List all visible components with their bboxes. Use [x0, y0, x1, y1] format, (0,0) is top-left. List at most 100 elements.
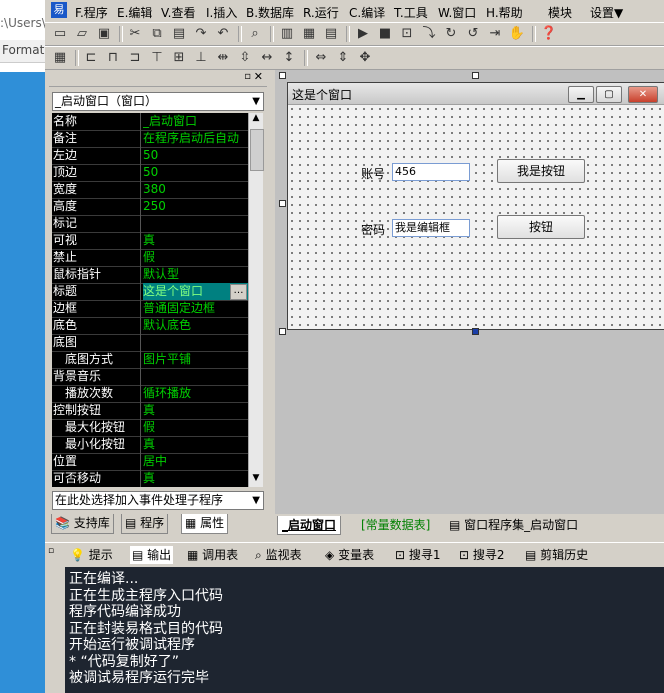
account-input[interactable]: 456	[392, 163, 470, 181]
property-value[interactable]: 真	[143, 436, 248, 453]
tab-clip-history[interactable]: ▤ 剪辑历史	[525, 546, 588, 564]
property-row[interactable]: 鼠标指针 默认型	[52, 266, 248, 284]
property-value[interactable]: _启动窗口	[143, 113, 248, 130]
align-right-icon[interactable]: ⊐	[125, 49, 145, 67]
property-value[interactable]: 50	[143, 147, 248, 164]
minimize-icon[interactable]: ▁	[568, 86, 594, 103]
align-top-icon[interactable]: ⊤	[147, 49, 167, 67]
menu-settings[interactable]: 设置▼	[590, 4, 623, 21]
password-input[interactable]: 我是编辑框	[392, 219, 470, 237]
maximize-icon[interactable]: ▢	[596, 86, 622, 103]
property-row[interactable]: 底色 默认底色	[52, 317, 248, 335]
property-row[interactable]: 宽度 380	[52, 181, 248, 199]
resize-handle[interactable]	[279, 328, 286, 335]
property-value[interactable]: 默认底色	[143, 317, 248, 334]
property-row[interactable]: 底图	[52, 334, 248, 352]
property-value[interactable]: 真	[143, 402, 248, 419]
run-icon[interactable]: ▶	[353, 25, 373, 43]
object-selector[interactable]: _启动窗口（窗口） ▼	[52, 92, 264, 111]
resize-handle[interactable]	[472, 72, 479, 79]
tab-search2[interactable]: ⊡ 搜寻2	[459, 546, 505, 564]
property-row[interactable]: 标记	[52, 215, 248, 233]
grid-toggle-icon[interactable]: ▦	[50, 49, 70, 67]
menu-tools[interactable]: T.工具	[394, 4, 428, 21]
property-value[interactable]: 50	[143, 164, 248, 181]
align-bottom-icon[interactable]: ⊥	[191, 49, 211, 67]
close-icon[interactable]: ✕	[254, 70, 263, 83]
pin-icon[interactable]: ▫	[244, 71, 251, 82]
property-value[interactable]: 循环播放	[143, 385, 248, 402]
close-icon[interactable]: ✕	[628, 86, 658, 103]
copy-icon[interactable]: ⧉	[147, 25, 167, 43]
resize-handle[interactable]	[472, 328, 479, 335]
paste-icon[interactable]: ▤	[169, 25, 189, 43]
tab-properties[interactable]: ▦ 属性	[181, 514, 229, 534]
tab-program[interactable]: ▤ 程序	[121, 514, 169, 534]
property-row[interactable]: 标题 这是个窗口…	[52, 283, 248, 301]
menu-help[interactable]: H.帮助	[486, 4, 523, 21]
new-file-icon[interactable]: ▭	[50, 25, 70, 43]
scroll-thumb[interactable]	[250, 129, 264, 171]
property-value[interactable]: 250	[143, 198, 248, 215]
ellipsis-icon[interactable]: …	[230, 284, 247, 300]
property-scrollbar[interactable]: ▲ ▼	[248, 113, 264, 487]
same-height-icon[interactable]: ↕	[279, 49, 299, 67]
menu-view[interactable]: V.查看	[161, 4, 195, 21]
property-row[interactable]: 背景音乐	[52, 368, 248, 386]
property-row[interactable]: 播放次数 循环播放	[52, 385, 248, 403]
tab-window-assembly[interactable]: ▤ 窗口程序集_启动窗口	[445, 516, 582, 534]
property-row[interactable]: 禁止假	[52, 249, 248, 267]
property-row[interactable]: 位置 居中	[52, 453, 248, 471]
resize-handle[interactable]	[279, 72, 286, 79]
center-v-icon[interactable]: ⇕	[333, 49, 353, 67]
property-row[interactable]: 备注 在程序启动后自动	[52, 130, 248, 148]
menu-window[interactable]: W.窗口	[438, 4, 476, 21]
property-row[interactable]: 边框 普通固定边框	[52, 300, 248, 318]
property-value[interactable]: 真	[143, 470, 248, 487]
tab-output[interactable]: ▤ 输出	[130, 546, 174, 564]
property-value[interactable]	[143, 368, 248, 385]
tab-search1[interactable]: ⊡ 搜寻1	[395, 546, 441, 564]
undo-icon[interactable]: ↶	[213, 25, 233, 43]
hand-icon[interactable]: ✋	[507, 25, 527, 43]
layout2-icon[interactable]: ▦	[299, 25, 319, 43]
tab-constant-table[interactable]: [常量数据表]	[357, 516, 434, 534]
property-row[interactable]: 可视真	[52, 232, 248, 250]
property-value[interactable]: 普通固定边框	[143, 300, 248, 317]
output-console[interactable]: 正在编译... 正在生成主程序入口代码 程序代码编译成功 正在封装易格式目的代码 开始运…	[65, 567, 664, 693]
layout1-icon[interactable]: ▥	[277, 25, 297, 43]
step-out-icon[interactable]: ↺	[463, 25, 483, 43]
same-width-icon[interactable]: ↔	[257, 49, 277, 67]
save-icon[interactable]: ▣	[94, 25, 114, 43]
center-h-icon[interactable]: ⇔	[311, 49, 331, 67]
cut-icon[interactable]: ✂	[125, 25, 145, 43]
menu-program[interactable]: F.程序	[75, 4, 108, 21]
stop-icon[interactable]: ■	[375, 25, 395, 43]
menu-module[interactable]: 模块	[548, 4, 572, 21]
space-horizontal-icon[interactable]: ⇹	[213, 49, 233, 67]
center-both-icon[interactable]: ✥	[355, 49, 375, 67]
tab-hint[interactable]: 💡 提示	[70, 546, 113, 564]
property-value[interactable]: 假	[143, 249, 248, 266]
button-1[interactable]: 我是按钮	[497, 159, 585, 183]
align-middle-icon[interactable]: ⊞	[169, 49, 189, 67]
button-2[interactable]: 按钮	[497, 215, 585, 239]
menu-edit[interactable]: E.编辑	[117, 4, 152, 21]
tab-start-window[interactable]: _启动窗口	[277, 516, 342, 535]
tab-call-table[interactable]: ▦ 调用表	[187, 546, 238, 564]
property-value[interactable]	[143, 334, 248, 351]
layout3-icon[interactable]: ▤	[321, 25, 341, 43]
property-value[interactable]: 默认型	[143, 266, 248, 283]
property-value[interactable]: 假	[143, 419, 248, 436]
scroll-up-icon[interactable]: ▲	[249, 113, 263, 127]
tab-watch[interactable]: ⌕ 监视表	[255, 546, 302, 564]
property-row[interactable]: 控制按钮真	[52, 402, 248, 420]
menu-compile[interactable]: C.编译	[349, 4, 385, 21]
form-window[interactable]: 这是个窗口 ▁ ▢ ✕ 账号 456 我是按钮 密码 我是编辑框 按钮	[287, 82, 664, 330]
property-row[interactable]: 可否移动真	[52, 470, 248, 487]
property-row[interactable]: 最大化按钮假	[52, 419, 248, 437]
property-row[interactable]: 高度 250	[52, 198, 248, 216]
run-to-cursor-icon[interactable]: ⇥	[485, 25, 505, 43]
property-value[interactable]	[143, 215, 248, 232]
resize-handle[interactable]	[279, 200, 286, 207]
